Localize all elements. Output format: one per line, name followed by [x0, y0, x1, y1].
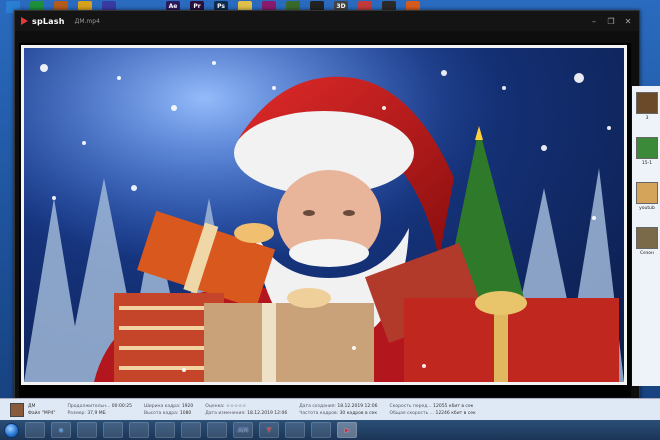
modified-value: 18.12.2019 12:06: [247, 410, 288, 416]
fps-value: 30 кадров в сек: [339, 410, 378, 416]
data-rate-value: 12055 кбит в сек: [433, 403, 474, 409]
taskbar-app-red-button[interactable]: [181, 422, 201, 438]
taskbar-blue-app-button[interactable]: [207, 422, 227, 438]
video-scene: [24, 48, 624, 382]
taskbar-torrent-button[interactable]: [285, 422, 305, 438]
taskbar-ie-button[interactable]: e: [51, 422, 71, 438]
player-titlebar[interactable]: spLash ДМ.mp4 – ❐ ✕: [15, 11, 639, 31]
file-thumbnail: [10, 402, 24, 417]
size-label: Размер:: [67, 410, 86, 416]
duration-value: 00:00:25: [111, 403, 132, 409]
taskbar-explorer-button[interactable]: [25, 422, 45, 438]
taskbar-am-button[interactable]: AM: [233, 422, 253, 438]
taskbar-chrome-button[interactable]: [311, 422, 331, 438]
video-area[interactable]: [19, 43, 631, 397]
video-frame[interactable]: [21, 45, 627, 385]
file-label[interactable]: youtub: [634, 206, 660, 211]
details-name-col: ДМ Файл "MP4": [28, 403, 55, 417]
rating-label: Оценка:: [205, 403, 225, 409]
file-thumbnail-icon[interactable]: [636, 137, 658, 159]
width-label: Ширина кадра:: [144, 403, 181, 409]
height-label: Высота кадра:: [144, 410, 179, 416]
close-button[interactable]: ✕: [623, 17, 633, 26]
minimize-button[interactable]: –: [589, 17, 599, 26]
details-col-3: Оценка: ☆☆☆☆☆ Дата изменения: 18.12.2019…: [205, 403, 287, 417]
taskbar-yandex-button[interactable]: Y: [259, 422, 279, 438]
file-name: ДМ.mp4: [74, 17, 100, 25]
file-label[interactable]: Сезон: [634, 251, 660, 256]
detail-file-name: ДМ: [28, 403, 36, 409]
taskbar-media-button[interactable]: [129, 422, 149, 438]
explorer-details-pane: ДМ Файл "MP4" Продолжительн... 00:00:25 …: [0, 398, 660, 420]
file-label[interactable]: 3: [634, 116, 660, 121]
app-name: spLash: [32, 16, 65, 26]
height-value: 1080: [179, 410, 192, 416]
file-thumbnail-icon[interactable]: [636, 227, 658, 249]
player-window[interactable]: spLash ДМ.mp4 – ❐ ✕: [14, 10, 640, 402]
size-value: 37,9 МБ: [87, 410, 106, 416]
details-col-5: Скорость перед... 12055 кбит в сек Общая…: [390, 403, 476, 417]
taskbar-files-button[interactable]: [77, 422, 97, 438]
details-col-1: Продолжительн... 00:00:25 Размер: 37,9 М…: [67, 403, 132, 417]
created-value: 18.12.2019 12:06: [337, 403, 378, 409]
rating-stars[interactable]: ☆☆☆☆☆: [226, 404, 246, 409]
taskbar-splash-button[interactable]: ▶: [337, 422, 357, 438]
window-controls: – ❐ ✕: [589, 17, 633, 26]
detail-file-type: Файл "MP4": [28, 410, 56, 416]
total-rate-label: Общая скорость ...: [389, 410, 435, 416]
created-label: Дата создания:: [299, 403, 336, 409]
details-col-2: Ширина кадра: 1920 Высота кадра: 1080: [144, 403, 193, 417]
maximize-button[interactable]: ❐: [606, 17, 616, 26]
splash-logo-icon: [21, 17, 28, 25]
desktop: Ae Pr Ps 3D spLash ДМ.mp4 – ❐ ✕ 3 15-1 y…: [0, 0, 660, 440]
explorer-file-list: 3 15-1 youtub Сезон: [632, 86, 660, 386]
taskbar: e AM Y ▶: [0, 420, 660, 440]
total-rate-value: 12246 кбит в сек: [435, 410, 476, 416]
data-rate-label: Скорость перед...: [389, 403, 432, 409]
fps-label: Частота кадров:: [299, 410, 339, 416]
file-label[interactable]: 15-1: [634, 161, 660, 166]
modified-label: Дата изменения:: [205, 410, 246, 416]
taskbar-firefox-button[interactable]: [103, 422, 123, 438]
width-value: 1920: [181, 403, 194, 409]
file-thumbnail-icon[interactable]: [636, 92, 658, 114]
file-thumbnail-icon[interactable]: [636, 182, 658, 204]
taskbar-folder-button[interactable]: [155, 422, 175, 438]
details-col-4: Дата создания: 18.12.2019 12:06 Частота …: [299, 403, 377, 417]
duration-label: Продолжительн...: [67, 403, 111, 409]
start-button[interactable]: [4, 422, 19, 438]
